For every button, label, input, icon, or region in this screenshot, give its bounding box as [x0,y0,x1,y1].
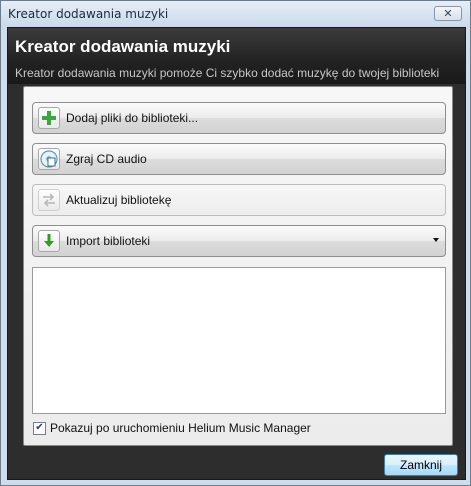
update-library-label: Aktualizuj bibliotekę [66,193,172,207]
import-library-button[interactable]: Import biblioteki [32,225,446,257]
wizard-frame: Kreator dodawania muzyki Kreator dodawan… [7,27,466,480]
wizard-header: Kreator dodawania muzyki Kreator dodawan… [8,28,465,84]
wizard-title: Kreator dodawania muzyki [15,37,231,56]
window-title: Kreator dodawania muzyki [8,7,169,21]
show-on-startup-row[interactable]: ✔ Pokazuj po uruchomieniu Helium Music M… [33,421,311,435]
cd-icon [38,148,60,170]
actions-panel: Dodaj pliki do biblioteki... Zgraj CD au… [23,86,453,446]
add-files-button[interactable]: Dodaj pliki do biblioteki... [32,102,446,134]
close-button[interactable]: Zamknij [384,454,458,476]
rip-cd-label: Zgraj CD audio [66,152,147,166]
rip-cd-button[interactable]: Zgraj CD audio [32,143,446,175]
add-files-label: Dodaj pliki do biblioteki... [66,111,199,125]
close-icon: ✕ [443,7,453,20]
plus-icon [38,107,60,129]
wizard-window: Kreator dodawania muzyki ✕ Kreator dodaw… [0,0,471,486]
download-arrow-icon [38,230,60,252]
show-on-startup-label: Pokazuj po uruchomieniu Helium Music Man… [50,421,311,435]
update-library-button[interactable]: Aktualizuj bibliotekę [32,184,446,216]
sync-icon [38,189,60,211]
title-bar: Kreator dodawania muzyki ✕ [1,1,470,27]
window-close-button[interactable]: ✕ [434,6,462,21]
wizard-subtitle: Kreator dodawania muzyki pomoże Ci szybk… [15,66,440,80]
import-library-label: Import biblioteki [66,234,151,248]
log-area [32,267,446,414]
show-on-startup-checkbox[interactable]: ✔ [33,421,46,435]
dropdown-arrow-icon [433,238,439,242]
